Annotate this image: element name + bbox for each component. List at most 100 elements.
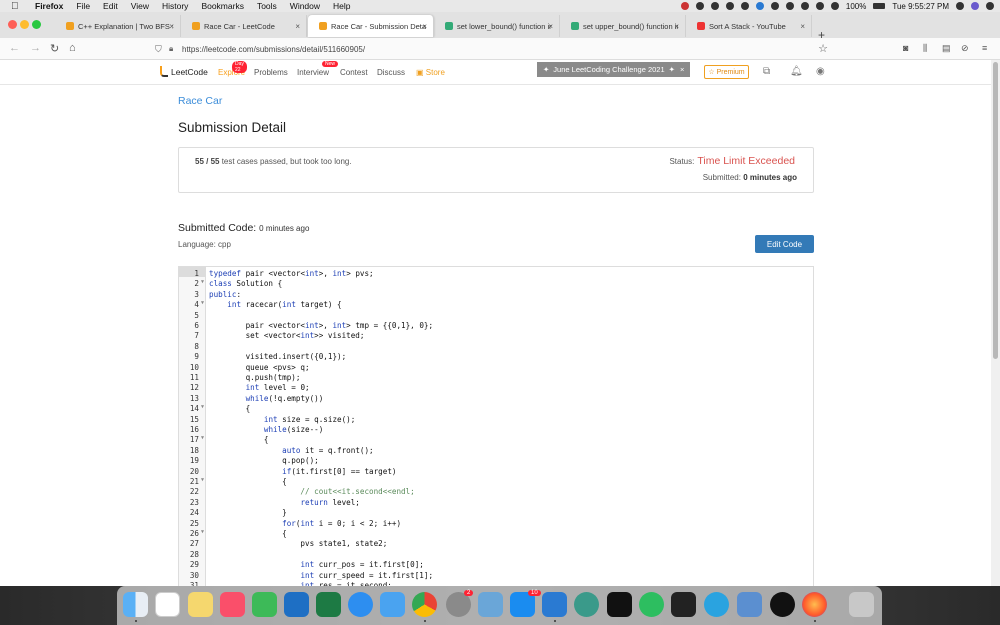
battery-icon[interactable] — [873, 3, 886, 9]
fold-arrow-icon[interactable]: ▼ — [201, 404, 204, 410]
forward-arrow-icon[interactable]: → — [30, 42, 41, 54]
webex-icon[interactable] — [607, 592, 632, 617]
status-icon[interactable] — [680, 2, 689, 10]
nav-explore[interactable]: Explore Day 22 — [218, 61, 247, 77]
numbers-icon[interactable] — [252, 592, 277, 617]
tab-lower-bound[interactable]: set lower_bound() function in C × — [434, 15, 560, 37]
close-tab-icon[interactable]: × — [674, 22, 679, 31]
home-icon[interactable]: ⌂ — [69, 42, 76, 54]
premium-button[interactable]: ☆ Premium — [704, 65, 749, 79]
reload-icon[interactable]: ↻ — [50, 42, 59, 55]
excel-icon[interactable] — [316, 592, 341, 617]
pen-app-icon[interactable] — [770, 592, 795, 617]
zoom-window-button[interactable] — [32, 20, 41, 29]
terminal-icon[interactable] — [671, 592, 696, 617]
fold-arrow-icon[interactable]: ▼ — [201, 529, 204, 535]
bookmark-star-icon[interactable]: ☆ — [818, 42, 828, 55]
tab-race-car[interactable]: Race Car - LeetCode × — [181, 15, 307, 37]
siri-icon[interactable] — [971, 2, 979, 10]
notes-icon[interactable] — [188, 592, 213, 617]
code-editor[interactable]: 1 typedef pair <vector<int>, int> pvs; 2 ▼ c… — [178, 266, 814, 586]
messages-icon[interactable] — [380, 592, 405, 617]
vscode-status-icon[interactable] — [755, 2, 764, 10]
url-text[interactable]: https://leetcode.com/submissions/detail/… — [182, 45, 365, 54]
status-icon[interactable] — [785, 2, 794, 10]
tracking-shield-icon[interactable]: ⛉ — [155, 44, 162, 55]
menu-app-name[interactable]: Firefox — [35, 1, 63, 11]
address-bar[interactable]: ⛉ 🔒︎ https://leetcode.com/submissions/de… — [152, 41, 832, 58]
chrome-icon[interactable] — [412, 592, 437, 617]
bluetooth-icon[interactable] — [815, 2, 824, 10]
status-icon[interactable] — [695, 2, 704, 10]
onedrive-icon[interactable] — [574, 592, 599, 617]
tab-youtube[interactable]: Sort A Stack - YouTube × — [686, 15, 812, 37]
fold-arrow-icon[interactable]: ▼ — [201, 477, 204, 483]
control-center-icon[interactable] — [986, 2, 994, 10]
playground-icon[interactable]: ⧉ — [763, 66, 770, 77]
nav-store[interactable]: ▣ Store — [416, 68, 445, 77]
tab-upper-bound[interactable]: set upper_bound() function in C × — [560, 15, 686, 37]
close-banner-icon[interactable]: × — [680, 65, 684, 74]
status-icon[interactable] — [725, 2, 734, 10]
status-icon[interactable] — [800, 2, 809, 10]
preview-icon[interactable] — [478, 592, 503, 617]
nav-interview[interactable]: Interview New — [297, 61, 339, 77]
fold-arrow-icon[interactable]: ▼ — [201, 279, 204, 285]
notification-bell-icon[interactable]: 🔔︎ — [790, 66, 803, 77]
vscode-icon[interactable] — [542, 592, 567, 617]
fold-arrow-icon[interactable]: ▼ — [201, 300, 204, 306]
scrollbar-thumb[interactable] — [993, 62, 998, 359]
virtualbox-icon[interactable] — [737, 592, 762, 617]
close-tab-icon[interactable]: × — [422, 22, 427, 31]
minimize-window-button[interactable] — [20, 20, 29, 29]
trash-icon[interactable] — [849, 592, 874, 617]
music-icon[interactable] — [220, 592, 245, 617]
apple-icon[interactable]:  — [11, 1, 21, 12]
nav-discuss[interactable]: Discuss — [377, 68, 405, 77]
spotlight-icon[interactable] — [956, 2, 964, 10]
nav-problems[interactable]: Problems — [254, 68, 288, 77]
menu-window[interactable]: Window — [290, 1, 320, 11]
clock[interactable]: Tue 9:55:27 PM — [892, 2, 949, 11]
close-tab-icon[interactable]: × — [295, 22, 300, 31]
firefox-icon[interactable] — [802, 592, 827, 617]
menu-edit[interactable]: Edit — [103, 1, 118, 11]
back-arrow-icon[interactable]: ← — [9, 42, 20, 54]
evernote-icon[interactable] — [639, 592, 664, 617]
hamburger-menu-icon[interactable]: ≡ — [982, 43, 987, 53]
menu-view[interactable]: View — [131, 1, 149, 11]
lock-icon[interactable]: 🔒︎ — [169, 44, 173, 54]
close-tab-icon[interactable]: × — [169, 22, 174, 31]
leetcode-logo[interactable]: LeetCode — [160, 66, 208, 77]
wifi-icon[interactable] — [830, 2, 839, 10]
close-tab-icon[interactable]: × — [548, 22, 553, 31]
close-window-button[interactable] — [8, 20, 17, 29]
tab-cpp-explanation[interactable]: C++ Explanation | Two BFS Solu × — [55, 15, 181, 37]
outlook-icon[interactable] — [284, 592, 309, 617]
status-icon[interactable] — [740, 2, 749, 10]
calendar-icon[interactable] — [155, 592, 180, 617]
status-icon[interactable] — [770, 2, 779, 10]
edit-code-button[interactable]: Edit Code — [755, 235, 814, 253]
problem-title-link[interactable]: Race Car — [178, 95, 222, 107]
close-tab-icon[interactable]: × — [800, 22, 805, 31]
menu-help[interactable]: Help — [333, 1, 350, 11]
fold-arrow-icon[interactable]: ▼ — [201, 435, 204, 441]
status-icon[interactable] — [710, 2, 719, 10]
page-scrollbar[interactable] — [991, 60, 1000, 586]
user-avatar-icon[interactable]: ◉ — [816, 66, 825, 77]
menu-file[interactable]: File — [76, 1, 90, 11]
nav-contest[interactable]: Contest — [340, 68, 368, 77]
sidebar-icon[interactable]: ▤ — [942, 43, 951, 54]
library-icon[interactable]: ⫼ — [923, 43, 927, 54]
safari-icon[interactable] — [348, 592, 373, 617]
menu-bookmarks[interactable]: Bookmarks — [201, 1, 244, 11]
challenge-banner[interactable]: ✦ June LeetCoding Challenge 2021 ✦ × — [537, 62, 690, 77]
finder-icon[interactable] — [123, 592, 148, 617]
pocket-icon[interactable]: ◙ — [903, 43, 908, 53]
tab-submission-detail[interactable]: Race Car - Submission Detail - L × — [308, 15, 434, 37]
telegram-icon[interactable] — [704, 592, 729, 617]
extension-icon[interactable]: ⊘ — [961, 43, 969, 54]
menu-tools[interactable]: Tools — [257, 1, 277, 11]
menu-history[interactable]: History — [162, 1, 188, 11]
